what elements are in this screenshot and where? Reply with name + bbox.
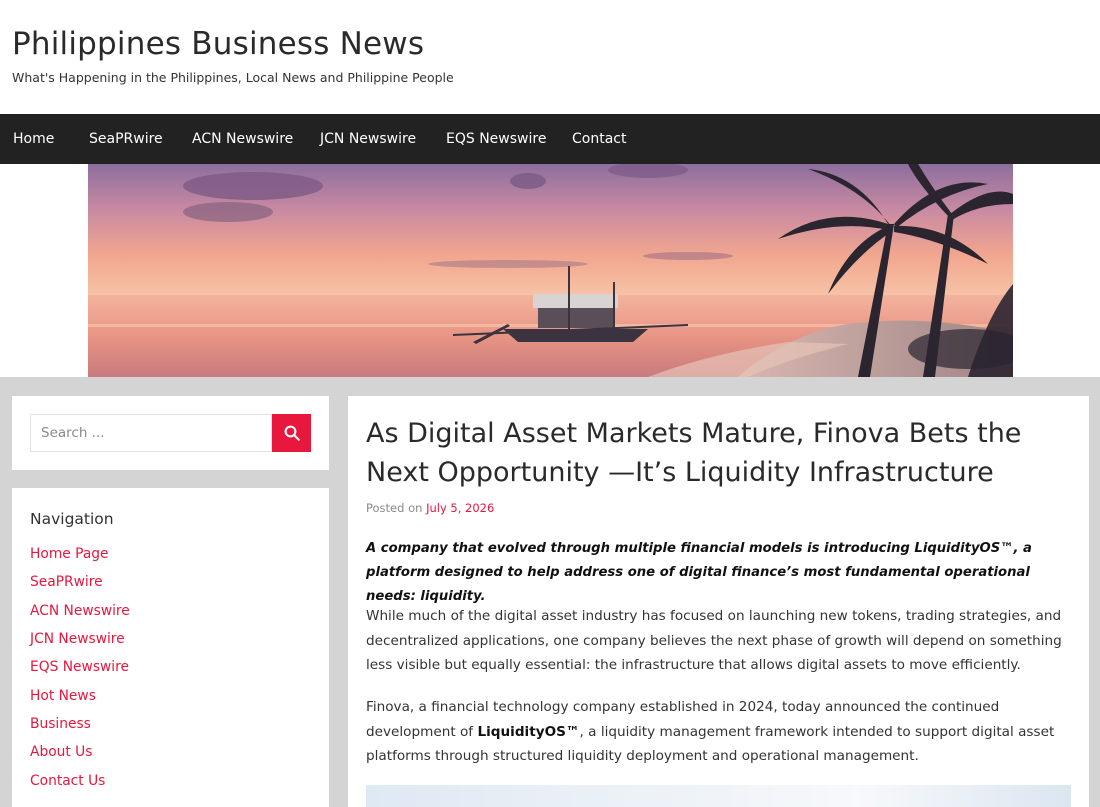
list-item: JCN Newswire [30, 631, 125, 647]
site-header: Philippines Business News What's Happeni… [0, 0, 1100, 114]
site-tagline: What's Happening in the Philippines, Loc… [12, 70, 454, 85]
nav-item-contact[interactable]: Contact [572, 131, 626, 147]
nav-item-jcn-newswire[interactable]: JCN Newswire [320, 131, 416, 147]
search-icon [283, 424, 301, 442]
search-input[interactable] [30, 414, 272, 452]
sidebar-link-seaprwire[interactable]: SeaPRwire [30, 574, 103, 590]
site-title[interactable]: Philippines Business News [12, 26, 424, 62]
main-navigation: Home SeaPRwire ACN Newswire JCN Newswire… [0, 114, 1100, 164]
sidebar-link-jcn-newswire[interactable]: JCN Newswire [30, 631, 125, 647]
article-image [366, 785, 1071, 807]
sidebar-link-eqs-newswire[interactable]: EQS Newswire [30, 659, 129, 675]
article-title: As Digital Asset Markets Mature, Finova … [366, 418, 1022, 488]
list-item: EQS Newswire [30, 659, 129, 675]
sidebar-link-home-page[interactable]: Home Page [30, 546, 109, 562]
list-item: Contact Us [30, 773, 105, 789]
search-button[interactable] [272, 414, 311, 452]
sunset-beach-banner-image [88, 164, 1013, 377]
list-item: SeaPRwire [30, 574, 103, 590]
navigation-widget: Navigation Home Page SeaPRwire ACN Newsw… [12, 488, 329, 807]
article-paragraph-1: While much of the digital asset industry… [366, 608, 1062, 673]
sidebar-link-about-us[interactable]: About Us [30, 744, 92, 760]
liquidityos-name: LiquidityOS™ [477, 723, 580, 740]
list-item: About Us [30, 744, 92, 760]
list-item: ACN Newswire [30, 603, 130, 619]
list-item: Home Page [30, 546, 109, 562]
article-paragraph-2: Finova, a financial technology company e… [366, 695, 1071, 769]
sidebar-link-contact-us[interactable]: Contact Us [30, 773, 105, 789]
nav-item-seaprwire[interactable]: SeaPRwire [89, 131, 163, 147]
search-widget [12, 396, 329, 470]
sidebar-link-hot-news[interactable]: Hot News [30, 688, 96, 704]
nav-item-eqs-newswire[interactable]: EQS Newswire [446, 131, 546, 147]
posted-on-label: Posted on [366, 501, 423, 515]
post-date-link[interactable]: July 5, 2026 [426, 501, 494, 515]
nav-item-home[interactable]: Home [13, 131, 54, 147]
article-lead: A company that evolved through multiple … [366, 541, 1032, 604]
navigation-widget-title: Navigation [30, 510, 114, 528]
list-item: Business [30, 716, 91, 732]
sidebar-link-business[interactable]: Business [30, 716, 91, 732]
sidebar-link-acn-newswire[interactable]: ACN Newswire [30, 603, 130, 619]
article: As Digital Asset Markets Mature, Finova … [348, 396, 1089, 807]
list-item: Hot News [30, 688, 96, 704]
hero-banner [0, 164, 1100, 377]
article-meta: Posted on July 5, 2026 [366, 501, 494, 515]
nav-item-acn-newswire[interactable]: ACN Newswire [192, 131, 293, 147]
